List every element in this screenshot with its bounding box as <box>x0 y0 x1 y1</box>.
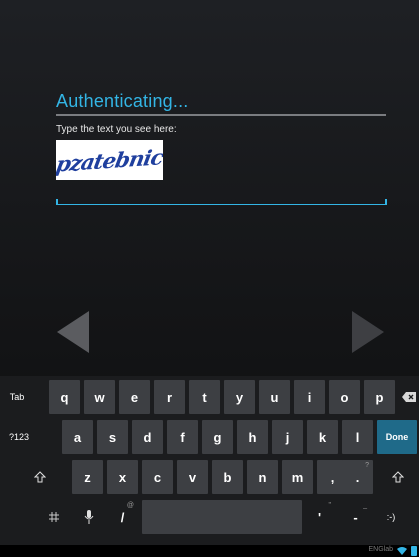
key-v[interactable]: v <box>177 460 208 494</box>
key-e[interactable]: e <box>119 380 150 414</box>
key-p[interactable]: p <box>364 380 395 414</box>
key-r[interactable]: r <box>154 380 185 414</box>
captcha-prompt: Type the text you see here: <box>56 124 177 135</box>
key-g[interactable]: g <box>202 420 233 454</box>
shift-icon <box>33 471 46 483</box>
next-button[interactable] <box>352 311 392 353</box>
status-bar: ENGlab <box>0 545 419 557</box>
key-apostrophe[interactable]: ' " <box>304 500 335 534</box>
key-tab[interactable]: Tab <box>2 380 32 414</box>
dialog-title: Authenticating... <box>56 91 189 111</box>
shift-icon <box>392 471 404 483</box>
input-edge-left <box>56 199 58 205</box>
key-period-label: . <box>355 469 360 485</box>
key-shift-right[interactable] <box>381 460 415 494</box>
key-slash-label: / <box>120 509 125 525</box>
key-shift-left[interactable] <box>24 460 55 494</box>
key-done[interactable]: Done <box>377 420 417 454</box>
key-u[interactable]: u <box>259 380 290 414</box>
key-voice[interactable] <box>73 500 104 534</box>
key-b[interactable]: b <box>212 460 243 494</box>
key-apostrophe-label: ' <box>317 509 322 525</box>
key-m[interactable]: m <box>282 460 313 494</box>
key-symbols[interactable]: ?123 <box>2 420 36 454</box>
key-y[interactable]: y <box>224 380 255 414</box>
input-edge-right <box>385 199 387 205</box>
key-slash-alt: @ <box>126 502 134 509</box>
key-dash[interactable]: - _ <box>340 500 371 534</box>
key-q[interactable]: q <box>49 380 80 414</box>
key-i[interactable]: i <box>294 380 325 414</box>
key-dash-label: - <box>353 509 358 525</box>
key-s[interactable]: s <box>97 420 128 454</box>
key-dash-alt: _ <box>363 502 367 509</box>
key-smiley[interactable]: :-) <box>374 500 408 534</box>
key-f[interactable]: f <box>167 420 198 454</box>
backspace-icon <box>401 392 416 402</box>
key-backspace[interactable] <box>398 380 419 414</box>
back-button[interactable] <box>57 311 97 353</box>
key-h[interactable]: h <box>237 420 268 454</box>
key-w[interactable]: w <box>84 380 115 414</box>
key-z[interactable]: z <box>72 460 103 494</box>
wifi-icon <box>397 547 407 555</box>
battery-icon <box>411 546 417 556</box>
soft-keyboard: Tab q w e r t y u i o p ?123 a s d f g h… <box>0 376 419 545</box>
captcha-text: pzatebnic <box>56 143 163 177</box>
key-comma-label: , <box>330 469 335 485</box>
key-slash[interactable]: / @ <box>107 500 138 534</box>
chevron-right-icon <box>352 311 384 353</box>
captcha-answer-input[interactable] <box>56 186 386 205</box>
chevron-left-icon <box>57 311 89 353</box>
key-x[interactable]: x <box>107 460 138 494</box>
key-apostrophe-alt: " <box>328 502 332 509</box>
key-j[interactable]: j <box>272 420 303 454</box>
key-k[interactable]: k <box>307 420 338 454</box>
title-divider <box>56 114 386 116</box>
key-space[interactable] <box>142 500 302 534</box>
key-l[interactable]: l <box>342 420 373 454</box>
key-settings[interactable] <box>38 500 69 534</box>
key-o[interactable]: o <box>329 380 360 414</box>
key-period[interactable]: . ? <box>342 460 373 494</box>
key-period-alt: ? <box>365 462 369 469</box>
key-c[interactable]: c <box>142 460 173 494</box>
network-name: ENGlab <box>368 546 393 553</box>
key-d[interactable]: d <box>132 420 163 454</box>
microphone-icon <box>84 510 93 524</box>
keyboard-settings-icon <box>48 512 59 522</box>
key-a[interactable]: a <box>62 420 93 454</box>
screen: Authenticating... Type the text you see … <box>0 0 419 557</box>
captcha-image: pzatebnic <box>56 140 163 180</box>
key-t[interactable]: t <box>189 380 220 414</box>
key-n[interactable]: n <box>247 460 278 494</box>
